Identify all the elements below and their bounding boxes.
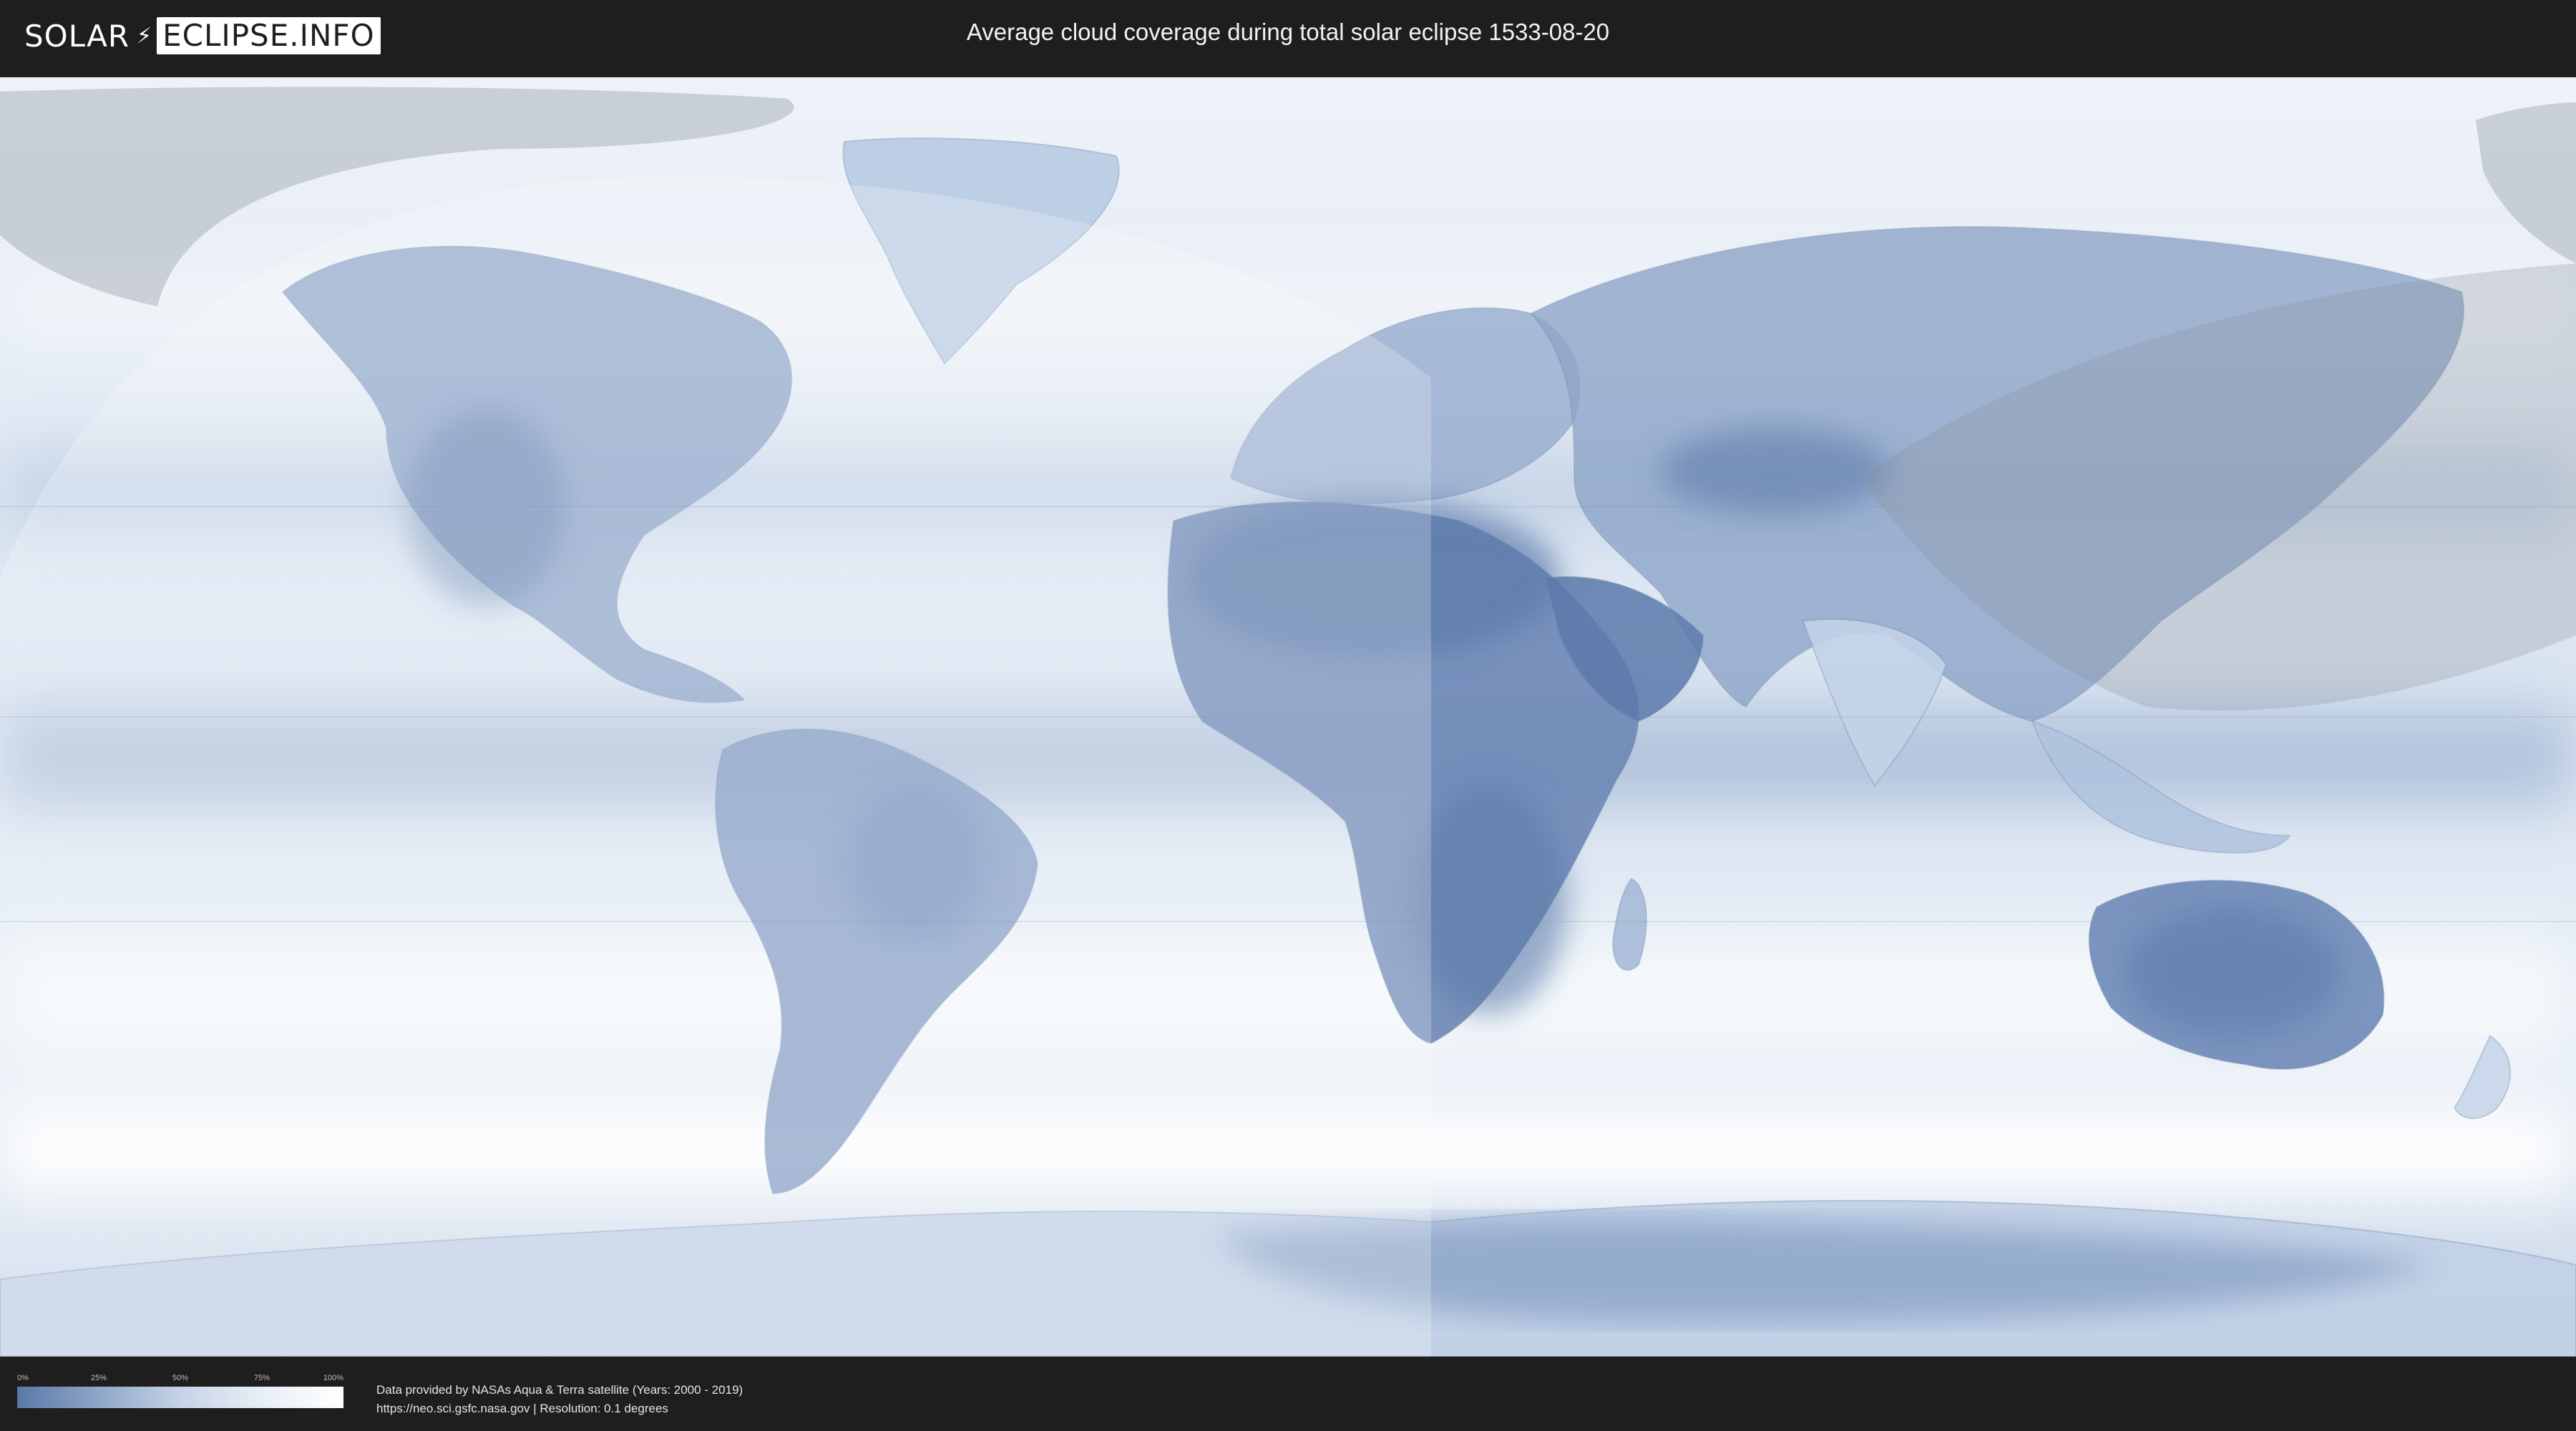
world-map-svg [0,77,2576,1357]
legend-tick: 50% [172,1374,189,1382]
credits-line-2: https://neo.sci.gsfc.nasa.gov | Resoluti… [376,1402,668,1415]
footer: 0% 25% 50% 75% 100% Data provided by NAS… [0,1357,2576,1431]
legend-ticks: 0% 25% 50% 75% 100% [17,1374,343,1387]
legend-tick: 100% [323,1374,343,1382]
legend-tick: 75% [253,1374,270,1382]
credits-line-1: Data provided by NASAs Aqua & Terra sate… [376,1383,743,1397]
legend-tick: 25% [90,1374,107,1382]
legend-gradient-bar [17,1387,343,1408]
cloud-coverage-map[interactable] [0,77,2576,1357]
cloud-coverage-legend: 0% 25% 50% 75% 100% [17,1374,343,1408]
eclipse-visibility-overlay [0,177,1431,1357]
data-credits: Data provided by NASAs Aqua & Terra sate… [376,1381,743,1418]
page-title: Average cloud coverage during total sola… [966,19,1610,45]
legend-tick: 0% [17,1374,29,1382]
header: SOLAR ⚡ ECLIPSE.INFO Average cloud cover… [0,0,2576,72]
